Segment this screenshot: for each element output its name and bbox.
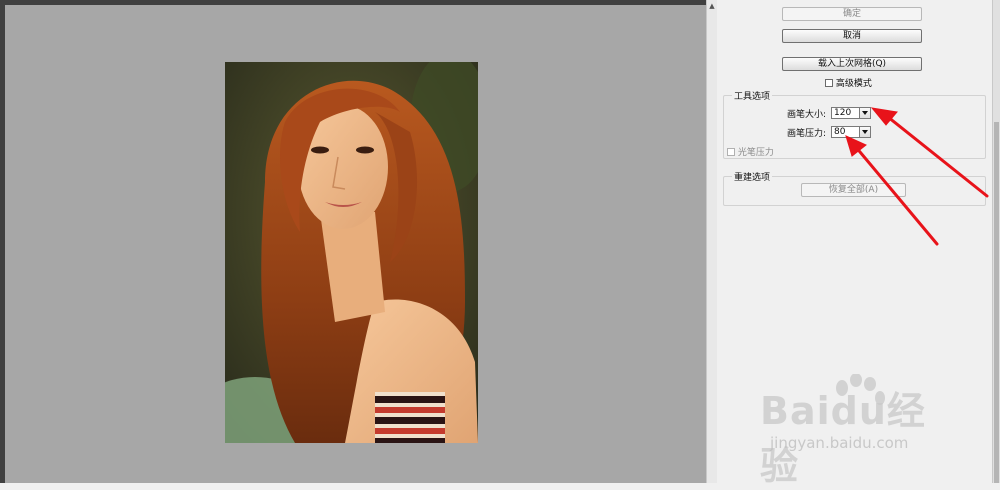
reconstruct-options-group: 重建选项 恢复全部(A) — [723, 170, 986, 206]
ok-button[interactable]: 确定 — [782, 7, 922, 21]
advanced-mode-checkbox[interactable] — [825, 78, 833, 87]
chevron-down-icon — [862, 130, 868, 134]
brush-size-label: 画笔大小: — [787, 110, 827, 120]
tool-options-title: 工具选项 — [732, 89, 773, 102]
restore-all-button[interactable]: 恢复全部(A) — [801, 183, 906, 197]
brush-pressure-dropdown-button[interactable] — [859, 127, 870, 137]
load-last-mesh-button[interactable]: 载入上次网格(Q) — [782, 57, 922, 71]
portrait-image — [225, 62, 478, 443]
brush-size-value[interactable]: 120 — [834, 108, 851, 118]
stylus-pressure-checkbox[interactable] — [727, 147, 735, 156]
watermark-url: jingyan.baidu.com — [770, 434, 909, 452]
panel-scroll-thumb[interactable] — [994, 122, 999, 483]
cancel-button[interactable]: 取消 — [782, 29, 922, 43]
preview-canvas[interactable] — [0, 0, 706, 483]
brush-pressure-combo[interactable]: 80 — [831, 126, 871, 138]
panel-vertical-scrollbar[interactable] — [992, 0, 1000, 483]
advanced-mode-label: 高级模式 — [835, 79, 872, 89]
photo-preview[interactable] — [225, 62, 478, 443]
advanced-mode-checkbox-row[interactable]: 高级模式 — [825, 76, 872, 89]
chevron-down-icon — [862, 111, 868, 115]
brush-pressure-value[interactable]: 80 — [834, 127, 845, 137]
baidu-watermark: Baidu经验 jingyan.baidu.com — [760, 374, 960, 488]
brush-size-dropdown-button[interactable] — [859, 108, 870, 118]
brush-size-combo[interactable]: 120 — [831, 107, 871, 119]
tool-options-group: 工具选项 画笔大小: 120 画笔压力: 80 光笔压力 — [723, 89, 986, 159]
brush-pressure-label: 画笔压力: — [787, 129, 827, 139]
stylus-pressure-row[interactable]: 光笔压力 — [727, 145, 774, 158]
canvas-vertical-scrollbar[interactable]: ▲ — [706, 0, 717, 483]
arrow-up-icon[interactable]: ▲ — [708, 2, 716, 10]
reconstruct-options-title: 重建选项 — [732, 170, 773, 183]
stylus-pressure-label: 光笔压力 — [737, 148, 774, 158]
